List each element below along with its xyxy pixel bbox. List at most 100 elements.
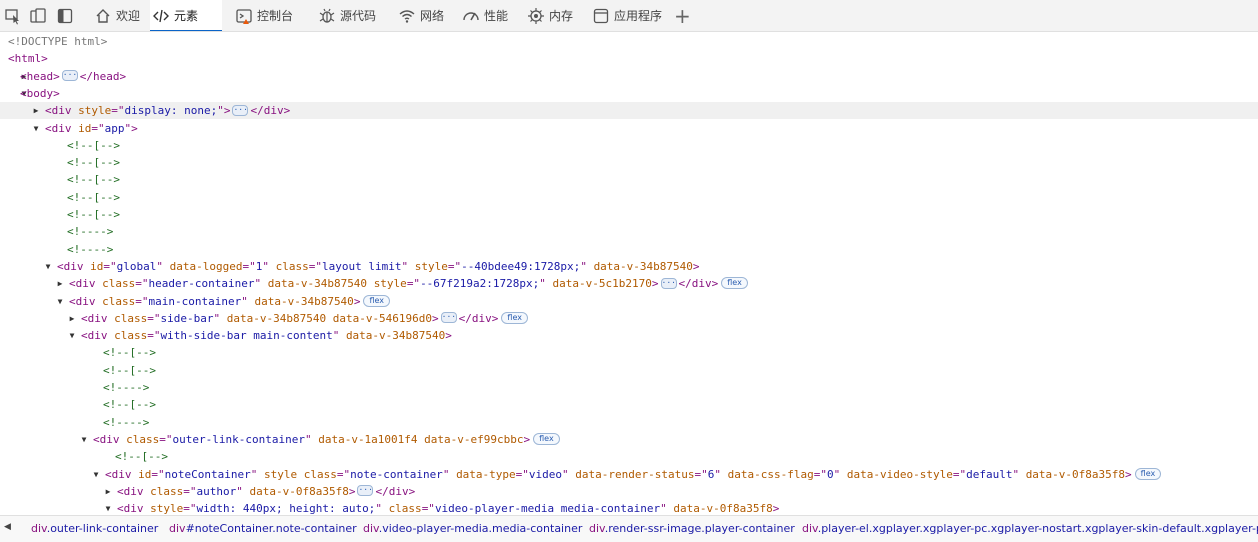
dom-node-line[interactable]: ▶ <div class="side-bar" data-v-34b87540 d… <box>0 310 1258 327</box>
expand-triangle-icon[interactable]: ▶ <box>67 310 77 327</box>
tag-text: =" <box>406 277 421 291</box>
tag-text: =" <box>694 467 708 481</box>
dom-node-line[interactable]: <!----> <box>0 241 1258 258</box>
tab-console[interactable]: 控制台 <box>233 0 311 31</box>
flex-badge[interactable]: flex <box>501 311 528 324</box>
attribute-value: width: 440px; height: auto; <box>196 502 376 515</box>
tab-gauge[interactable]: 性能 <box>460 0 520 31</box>
breadcrumb-tag: div <box>31 522 47 535</box>
tab-code[interactable]: 元素 <box>150 0 222 31</box>
tag-text: " <box>156 259 170 273</box>
attribute-name: data-v-0f8a35f8 <box>673 502 773 515</box>
tab-application[interactable]: 应用程序 <box>590 0 672 31</box>
dom-node-line[interactable]: ▼ <div class="outer-link-container" data-… <box>0 431 1258 448</box>
breadcrumb-selector: .player-el.xgplayer.xgplayer-pc.xgplayer… <box>817 522 1258 535</box>
devtools-toolbar: 欢迎 元素 控制台 源代码 网络 性能 内存 应用程序 + <box>0 0 1258 32</box>
collapse-triangle-icon[interactable]: ▼ <box>67 327 77 344</box>
collapse-triangle-icon[interactable]: ▼ <box>31 120 41 137</box>
dom-node-line[interactable]: <!--[--> <box>0 344 1258 361</box>
dom-node-line[interactable]: <!DOCTYPE html> <box>0 33 1258 50</box>
breadcrumb-tag: div <box>363 522 379 535</box>
tag-text: <div <box>81 311 115 325</box>
attribute-name: class <box>388 502 422 515</box>
dom-node-line[interactable]: <!--[--> <box>0 362 1258 379</box>
dom-node-line[interactable]: <!----> <box>0 414 1258 431</box>
expand-ellipsis-button[interactable]: ··· <box>357 485 374 497</box>
tag-text: <html> <box>8 52 48 66</box>
dom-node-line[interactable]: ▶ <div style="display: none;"> ··· </div> <box>0 102 1258 120</box>
dom-node-line[interactable]: ▼ <div id="global" data-logged="1" class=… <box>0 258 1258 275</box>
expand-triangle-icon[interactable]: ▶ <box>31 102 41 119</box>
collapse-triangle-icon[interactable]: ▼ <box>43 258 53 275</box>
flex-badge[interactable]: flex <box>363 294 390 307</box>
tab-memory[interactable]: 内存 <box>525 0 585 31</box>
attribute-name: data-v-1a1001f4 <box>318 432 418 446</box>
tag-text: =" <box>447 259 462 273</box>
expand-ellipsis-button[interactable]: ··· <box>61 70 78 82</box>
tag-text: > <box>692 259 700 273</box>
tab-bug[interactable]: 源代码 <box>316 0 391 31</box>
add-tool-button[interactable]: + <box>674 4 691 28</box>
tab-label: 控制台 <box>257 9 294 23</box>
dom-node-line[interactable]: ▼ <div class="with-side-bar main-content"… <box>0 327 1258 344</box>
dom-node-line[interactable]: <!--[--> <box>0 189 1258 206</box>
flex-badge[interactable]: flex <box>721 277 748 290</box>
dom-node-line[interactable]: <html> <box>0 50 1258 67</box>
attribute-name: class <box>102 294 136 308</box>
dom-node-line[interactable]: ▼ <div style="width: 440px; height: auto;… <box>0 500 1258 515</box>
tag-text: =" <box>336 467 351 481</box>
tab-home[interactable]: 欢迎 <box>92 0 146 31</box>
tag-text: " <box>332 329 346 343</box>
breadcrumb-item[interactable]: div.video-player-media.media-container <box>363 522 582 535</box>
expand-triangle-icon[interactable]: ▶ <box>55 275 65 292</box>
attribute-name: data-css-flag <box>727 467 814 481</box>
attribute-name: data-logged <box>169 259 243 273</box>
tag-text: <div <box>117 502 151 515</box>
dom-node-line[interactable]: <!----> <box>0 223 1258 240</box>
attribute-name: style <box>414 259 448 273</box>
dom-node-line[interactable]: <!--[--> <box>0 448 1258 465</box>
dom-node-line[interactable]: <!----> <box>0 379 1258 396</box>
attribute-value: global <box>116 259 157 273</box>
expand-ellipsis-button[interactable]: ··· <box>232 104 249 116</box>
dom-node-line[interactable]: <!--[--> <box>0 396 1258 413</box>
expand-ellipsis-button[interactable]: ··· <box>660 277 677 289</box>
breadcrumb-item[interactable]: div#noteContainer.note-container <box>169 522 357 535</box>
flex-badge[interactable]: flex <box>1134 467 1162 480</box>
expand-ellipsis-button[interactable]: ··· <box>440 312 457 324</box>
collapse-triangle-icon[interactable]: ▼ <box>79 431 89 448</box>
dom-node-line[interactable]: ▶ <head> ··· </head> <box>0 68 1258 85</box>
dock-sidebar-icon[interactable] <box>56 7 74 25</box>
breadcrumb-item[interactable]: div.outer-link-container <box>31 522 158 535</box>
breadcrumb-item[interactable]: div.render-ssr-image.player-container <box>589 522 795 535</box>
breadcrumb-item[interactable]: div.player-el.xgplayer.xgplayer-pc.xgpla… <box>802 522 1258 535</box>
breadcrumb-scroll-left-button[interactable]: ◀ <box>4 522 11 532</box>
dom-node-code: <!--[--> <box>67 154 120 171</box>
attribute-value: display: none; <box>124 104 218 118</box>
device-emulation-icon[interactable] <box>29 7 47 25</box>
tag-text: " <box>401 259 415 273</box>
gauge-icon <box>463 11 479 20</box>
dom-node-line[interactable]: ▼ <div class="main-container" data-v-34b8… <box>0 293 1258 310</box>
dom-node-line[interactable]: <!--[--> <box>0 154 1258 171</box>
expand-triangle-icon[interactable]: ▶ <box>103 483 113 500</box>
tag-text: =" <box>159 432 173 446</box>
dom-node-line[interactable]: <!--[--> <box>0 171 1258 188</box>
dom-node-line[interactable]: ▼ <div id="noteContainer" style class="no… <box>0 466 1258 483</box>
tag-text: " <box>580 259 594 273</box>
collapse-triangle-icon[interactable]: ▼ <box>55 293 65 310</box>
collapse-triangle-icon[interactable]: ▼ <box>91 466 101 483</box>
inspect-element-icon[interactable] <box>4 7 22 25</box>
flex-badge[interactable]: flex <box>533 432 560 445</box>
tab-wifi[interactable]: 网络 <box>396 0 455 31</box>
dom-node-line[interactable]: <!--[--> <box>0 137 1258 154</box>
dom-node-line[interactable]: <!--[--> <box>0 206 1258 223</box>
collapse-triangle-icon[interactable]: ▼ <box>103 500 113 515</box>
attribute-name: class <box>303 467 337 481</box>
dom-node-line[interactable]: ▼ <body> <box>0 85 1258 102</box>
attribute-name: data-v-546196d0 <box>332 311 433 325</box>
dom-node-line[interactable]: ▼ <div id="app"> <box>0 120 1258 137</box>
dom-node-code: <div id="global" data-logged="1" class="… <box>57 258 700 275</box>
dom-node-line[interactable]: ▶ <div class="header-container" data-v-34… <box>0 275 1258 292</box>
dom-node-line[interactable]: ▶ <div class="author" data-v-0f8a35f8> ···… <box>0 483 1258 500</box>
